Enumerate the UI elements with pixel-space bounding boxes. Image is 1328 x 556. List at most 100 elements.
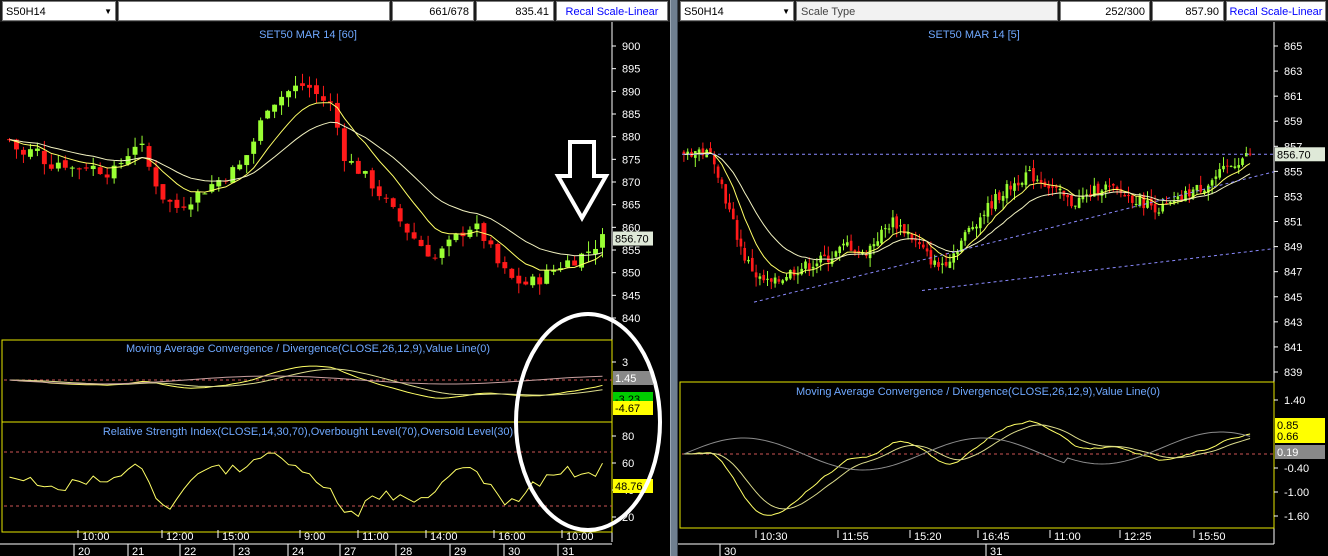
left-recal-scale-button[interactable]: Recal Scale-Linear [556, 1, 668, 21]
left-date-label: 24 [292, 546, 304, 556]
left-time-label: 15:00 [222, 531, 250, 543]
candle-body [1134, 203, 1138, 205]
left-symbol-label: S50H14 [6, 6, 46, 18]
candle-body [202, 193, 208, 195]
right-price-y-tick: 839 [1284, 367, 1302, 379]
left-date-label: 21 [132, 546, 144, 556]
candle-body [167, 199, 173, 202]
left-time-label: 12:00 [166, 531, 194, 543]
candle-body [716, 166, 720, 178]
right-toolbar: S50H14 ▼ Scale Type 252/300 857.90 Recal… [678, 0, 1328, 22]
candle-body [1028, 169, 1032, 171]
right-price-y-tick: 845 [1284, 292, 1302, 304]
candle-body [944, 262, 948, 266]
dropdown-arrow-icon[interactable]: ▼ [782, 2, 790, 20]
candle-body [1168, 202, 1172, 204]
candle-body [1130, 195, 1134, 203]
pane-splitter[interactable] [670, 0, 678, 556]
candle-body [21, 149, 26, 155]
left-date-label: 22 [184, 546, 196, 556]
candle-body [146, 146, 152, 167]
right-chart-pane[interactable]: S50H14 ▼ Scale Type 252/300 857.90 Recal… [678, 0, 1328, 556]
down-arrow-annotation-icon [554, 140, 610, 223]
candle-body [811, 266, 815, 269]
right-symbol-label: S50H14 [684, 6, 724, 18]
candle-body [1225, 165, 1229, 167]
candle-body [69, 167, 75, 169]
candle-body [1009, 185, 1013, 190]
candle-body [244, 155, 250, 166]
dropdown-arrow-icon[interactable]: ▼ [104, 2, 112, 20]
right-chart-canvas[interactable]: SET50 MAR 14 [5]865863861859857855853851… [678, 22, 1328, 556]
candle-body [1039, 179, 1043, 183]
right-price-y-tick: 841 [1284, 342, 1302, 354]
candle-body [376, 186, 382, 197]
candle-body [792, 269, 796, 276]
candle-body [300, 83, 305, 86]
candle-body [1051, 186, 1054, 188]
left-date-label: 20 [78, 546, 90, 556]
left-chart-canvas[interactable]: SET50 MAR 14 [60] 900 895 890 885 880 875 870 86… [0, 22, 670, 556]
right-price-readout: 857.90 [1152, 1, 1224, 21]
candle-body [1210, 180, 1214, 186]
candle-body [286, 91, 291, 98]
candle-body [453, 233, 459, 241]
left-price-title: SET50 MAR 14 [60] [259, 29, 357, 41]
candle-body [474, 223, 480, 230]
left-chart-pane[interactable]: S50H14 ▼ 661/678 835.41 Recal Scale-Line… [0, 0, 670, 556]
right-recal-scale-button[interactable]: Recal Scale-Linear [1226, 1, 1326, 21]
candle-body [530, 276, 536, 286]
candle-body [925, 248, 929, 252]
candle-body [90, 165, 96, 170]
candle-body [355, 160, 361, 174]
candle-body [1032, 168, 1035, 182]
candle-body [509, 268, 515, 278]
left-time-label: 14:00 [430, 531, 458, 543]
right-macd-signal-line [683, 424, 1251, 510]
candle-body [34, 148, 40, 151]
left-rsi-y-tick: 60 [622, 458, 634, 470]
right-price-y-tick: 865 [1284, 41, 1302, 53]
candle-body [390, 198, 396, 207]
right-symbol-selector[interactable]: S50H14 ▼ [680, 1, 794, 21]
candle-body [967, 228, 971, 232]
candle-body [777, 279, 781, 282]
candle-body [118, 163, 124, 165]
left-macd-label-3: -4.67 [615, 403, 640, 415]
candle-body [432, 257, 438, 259]
left-date-label: 28 [400, 546, 412, 556]
candle-body [544, 270, 550, 284]
right-trend-line-lower [921, 248, 1275, 291]
candle-body [735, 220, 739, 240]
candle-body [55, 162, 61, 169]
right-price-y-tick: 861 [1284, 91, 1302, 103]
candle-body [1013, 183, 1016, 191]
moving-average-fast-line [683, 152, 1251, 274]
right-macd-y-tick: -0.40 [1284, 463, 1309, 475]
right-time-label: 16:45 [982, 531, 1010, 543]
left-date-label: 31 [562, 546, 574, 556]
candle-body [1047, 185, 1051, 189]
candle-body [586, 251, 591, 253]
candle-body [1248, 153, 1252, 155]
candle-body [397, 208, 403, 222]
left-symbol-selector[interactable]: S50H14 ▼ [2, 1, 116, 21]
candle-body [495, 243, 501, 264]
candle-body [537, 277, 543, 285]
candle-body [1054, 186, 1058, 188]
candle-body [1241, 158, 1244, 165]
candle-body [195, 191, 201, 203]
right-time-label: 11:00 [1054, 531, 1081, 543]
candle-body [728, 202, 731, 210]
candle-body [1058, 188, 1062, 191]
candle-body [762, 274, 766, 281]
candle-body [937, 262, 940, 267]
scale-type-field[interactable]: Scale Type [796, 1, 1058, 21]
right-last-price-tag: 856.70 [1277, 149, 1311, 161]
candle-body [849, 240, 853, 251]
left-price-y-tick: 895 [622, 64, 640, 76]
candle-body [731, 208, 735, 220]
right-time-label: 15:50 [1198, 531, 1226, 543]
candle-body [1070, 195, 1073, 207]
candle-body [502, 262, 508, 269]
